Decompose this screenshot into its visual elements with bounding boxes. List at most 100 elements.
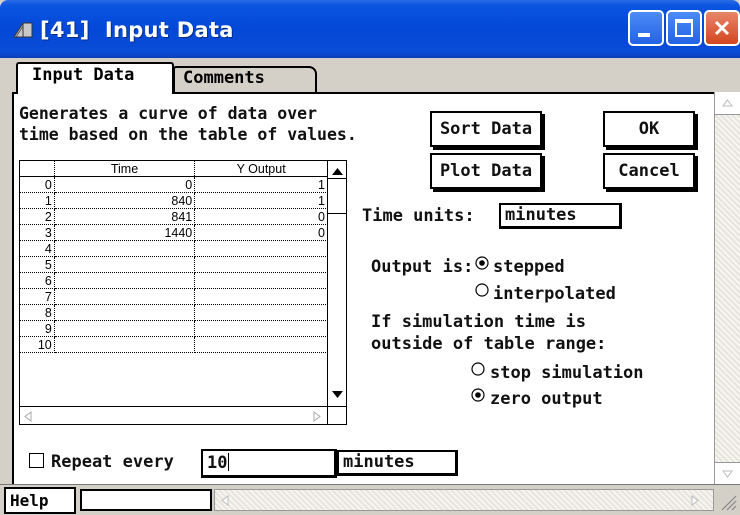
minimize-icon: [638, 33, 650, 37]
time-cell[interactable]: 841: [54, 208, 196, 225]
tab-input-data[interactable]: Input Data: [16, 62, 174, 94]
scroll-down-arrow-icon[interactable]: [331, 390, 344, 399]
sort-data-button[interactable]: Sort Data: [430, 111, 542, 147]
minimize-button[interactable]: [628, 10, 664, 46]
table-row[interactable]: 1 840 1: [20, 192, 328, 209]
zero-output-option-label[interactable]: zero output: [490, 389, 603, 409]
time-cell[interactable]: [54, 320, 196, 337]
table-row[interactable]: 8: [20, 304, 328, 321]
scroll-right-arrow-icon[interactable]: [313, 411, 321, 422]
table-row[interactable]: 10: [20, 336, 328, 353]
input-data-window: [41] Input Data Comments Input Data Gene…: [0, 0, 740, 515]
table-horizontal-scrollbar[interactable]: [20, 406, 327, 424]
time-cell[interactable]: 840: [54, 192, 196, 209]
scroll-left-arrow-icon[interactable]: [24, 411, 32, 422]
ok-button[interactable]: OK: [603, 111, 695, 147]
y-output-cell[interactable]: [194, 256, 328, 273]
scroll-left-arrow-icon[interactable]: [221, 495, 229, 506]
time-cell[interactable]: [54, 336, 196, 353]
scroll-thumb[interactable]: [328, 178, 346, 214]
stepped-radio-icon[interactable]: [475, 256, 489, 270]
table-row[interactable]: 5: [20, 256, 328, 273]
row-index-cell: 3: [20, 224, 55, 241]
table-row[interactable]: 9: [20, 320, 328, 337]
repeat-interval-value: 10: [207, 453, 228, 473]
row-index-header: [20, 161, 55, 177]
table-row[interactable]: 001: [20, 176, 328, 193]
scroll-corner: [327, 406, 346, 424]
title-bar[interactable]: [41] Input Data: [0, 0, 740, 58]
help-button[interactable]: Help: [4, 487, 76, 514]
maximize-button[interactable]: [666, 10, 702, 46]
output-label: Output is:: [371, 257, 474, 277]
table-vertical-scrollbar[interactable]: [327, 161, 346, 406]
window-scroll-down-button[interactable]: [715, 462, 740, 485]
y-output-column-header: Y Output: [194, 161, 328, 177]
time-cell[interactable]: [54, 256, 196, 273]
repeat-units-field[interactable]: minutes: [337, 450, 458, 476]
table-range-label: If simulation time is outside of table r…: [371, 312, 607, 354]
scroll-up-arrow-icon[interactable]: [331, 167, 344, 176]
scroll-down-arrow-icon: [722, 470, 733, 478]
close-icon: [714, 20, 730, 36]
table-row[interactable]: 4: [20, 240, 328, 257]
text-cursor: [228, 453, 230, 471]
repeat-checkbox[interactable]: [29, 453, 44, 468]
row-index-cell: 5: [20, 256, 55, 273]
table-row[interactable]: 7: [20, 288, 328, 305]
row-index-cell: 1: [20, 192, 55, 209]
time-cell[interactable]: 1440: [54, 224, 196, 241]
window-horizontal-scrollbar[interactable]: [214, 489, 714, 511]
scroll-right-arrow-icon[interactable]: [691, 495, 699, 506]
stop-simulation-option-label[interactable]: stop simulation: [490, 363, 644, 383]
close-button[interactable]: [704, 10, 740, 46]
table-row[interactable]: 3 1440 0: [20, 224, 328, 241]
window-title: [41] Input Data: [40, 18, 234, 42]
tab-comments[interactable]: Comments: [173, 66, 317, 92]
interpolated-option-label[interactable]: interpolated: [493, 284, 616, 304]
y-output-cell[interactable]: 1: [194, 192, 328, 209]
repeat-every-label[interactable]: Repeat every: [51, 452, 174, 472]
time-cell[interactable]: [54, 288, 196, 305]
y-output-cell[interactable]: [194, 336, 328, 353]
table-header-row: Time Y Output: [20, 161, 328, 177]
zero-output-radio-icon[interactable]: [471, 388, 485, 402]
time-cell[interactable]: [54, 304, 196, 321]
stepped-option-label[interactable]: stepped: [493, 257, 565, 277]
resize-grip-icon[interactable]: [716, 490, 738, 512]
row-index-cell: 10: [20, 336, 55, 353]
y-output-cell[interactable]: [194, 288, 328, 305]
y-output-cell[interactable]: 0: [194, 208, 328, 225]
data-table[interactable]: Time Y Output 0 0 1 1 840 1 2 841 0 3 1440 0 4 5 6 7 8 9 1…: [19, 160, 347, 425]
window-scroll-up-button[interactable]: [715, 92, 740, 115]
interpolated-radio-icon[interactable]: [475, 283, 489, 297]
y-output-cell[interactable]: [194, 272, 328, 289]
scroll-up-arrow-icon: [722, 99, 733, 107]
window-vertical-scrollbar[interactable]: [714, 92, 740, 485]
time-units-field[interactable]: minutes: [499, 203, 622, 229]
y-output-cell[interactable]: [194, 240, 328, 257]
plot-data-button[interactable]: Plot Data: [430, 153, 542, 189]
time-cell[interactable]: [54, 272, 196, 289]
y-output-cell[interactable]: [194, 320, 328, 337]
y-output-cell[interactable]: [194, 304, 328, 321]
description-text: Generates a curve of data over time base…: [19, 104, 357, 144]
y-output-cell[interactable]: 0: [194, 224, 328, 241]
repeat-interval-field[interactable]: 10: [201, 449, 337, 478]
data-grid[interactable]: Time Y Output 0 0 1 1 840 1 2 841 0 3 1440 0 4 5 6 7 8 9 1…: [20, 161, 328, 353]
row-index-cell: 9: [20, 320, 55, 337]
table-row[interactable]: 2 841 0: [20, 208, 328, 225]
table-row[interactable]: 6: [20, 272, 328, 289]
block-icon: [13, 22, 33, 38]
cancel-button[interactable]: Cancel: [603, 153, 695, 189]
time-units-label: Time units:: [362, 206, 475, 226]
time-column-header: Time: [54, 161, 196, 177]
time-cell[interactable]: 0: [54, 176, 196, 193]
stop-simulation-radio-icon[interactable]: [471, 362, 485, 376]
row-index-cell: 7: [20, 288, 55, 305]
row-index-cell: 0: [20, 176, 55, 193]
y-output-cell[interactable]: 1: [194, 176, 328, 193]
row-index-cell: 6: [20, 272, 55, 289]
time-cell[interactable]: [54, 240, 196, 257]
status-box: [80, 489, 212, 511]
